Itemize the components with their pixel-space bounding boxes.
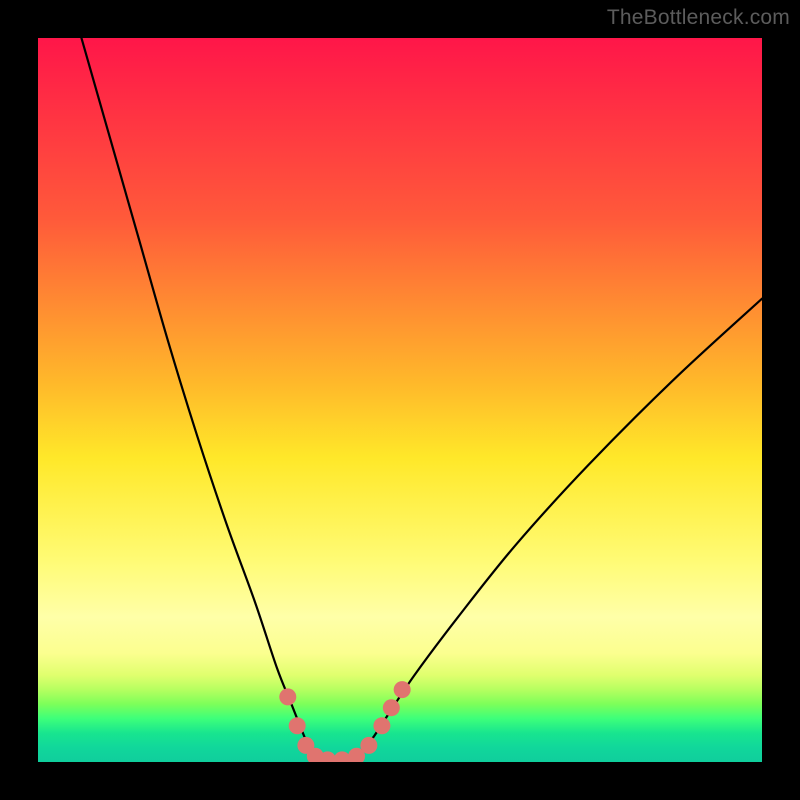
curve-marker <box>373 717 390 734</box>
plot-area <box>38 38 762 762</box>
bottleneck-curve <box>81 38 762 762</box>
watermark-label: TheBottleneck.com <box>607 6 790 30</box>
curve-marker <box>360 737 377 754</box>
curve-marker <box>289 717 306 734</box>
curve-marker <box>279 688 296 705</box>
curve-marker <box>394 681 411 698</box>
curve-marker <box>297 737 314 754</box>
curve-marker <box>334 751 351 762</box>
curve-layer <box>38 38 762 762</box>
chart-frame: TheBottleneck.com <box>0 0 800 800</box>
curve-marker <box>319 751 336 762</box>
curve-marker <box>348 748 365 762</box>
curve-marker <box>383 699 400 716</box>
curve-marker <box>307 748 324 762</box>
